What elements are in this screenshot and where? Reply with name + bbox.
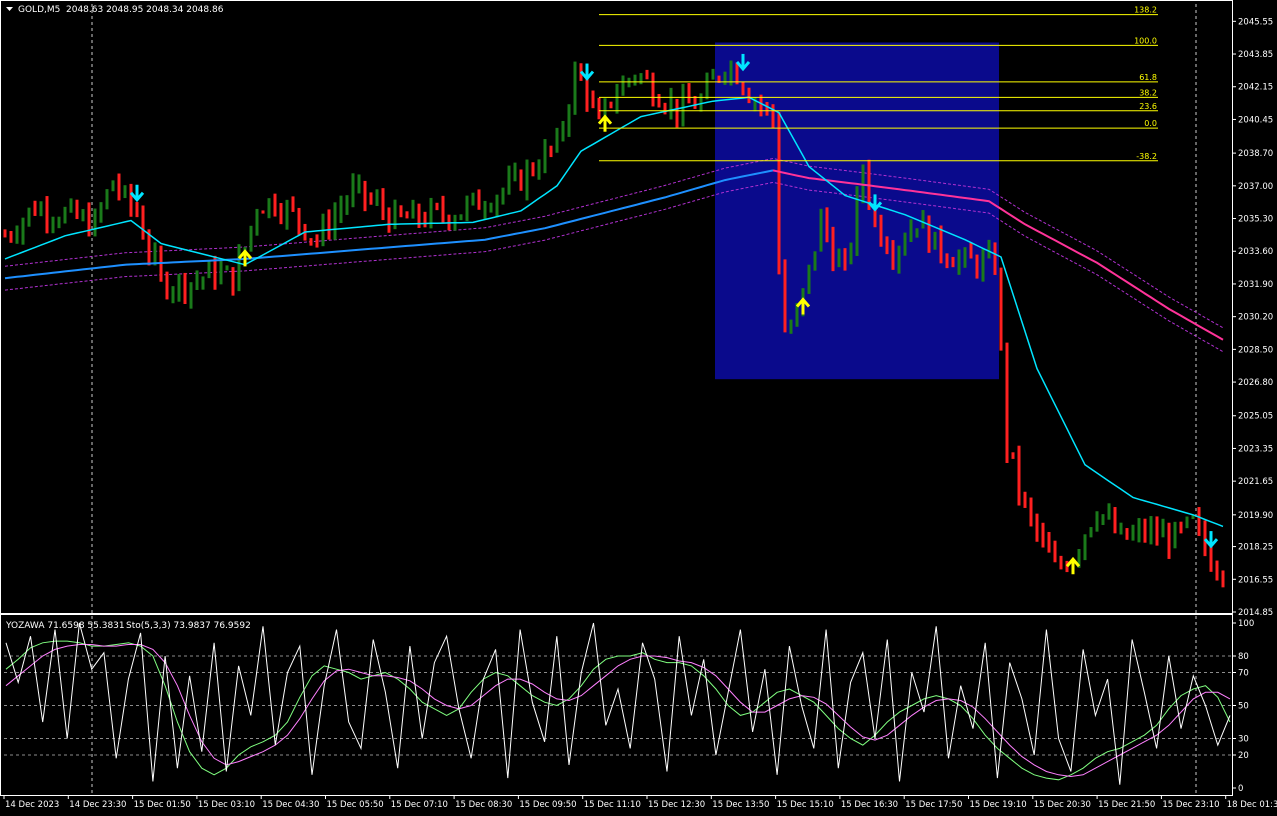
time-tick-label: 15 Dec 13:50 bbox=[712, 800, 769, 810]
price-tick-label: 2021.65 bbox=[1238, 477, 1273, 487]
time-tick-label: 18 Dec 01:30 bbox=[1227, 800, 1277, 810]
price-chart[interactable]: 138.2 100.0 61.8 38.2 23.6 0.0 -38.2 2045.55 20… bbox=[0, 0, 1277, 812]
fibo-level-label: 0.0 bbox=[1144, 119, 1157, 128]
price-tick-label: 2028.50 bbox=[1238, 345, 1273, 355]
osc-tick-label: 50 bbox=[1238, 702, 1249, 712]
fibo-level-label: 23.6 bbox=[1139, 102, 1157, 111]
osc-tick-label: 70 bbox=[1238, 669, 1249, 679]
time-tick-label: 15 Dec 16:30 bbox=[841, 800, 898, 810]
price-tick-label: 2016.55 bbox=[1238, 575, 1273, 585]
time-tick-label: 15 Dec 04:30 bbox=[262, 800, 319, 810]
time-tick-label: 15 Dec 20:30 bbox=[1034, 800, 1091, 810]
chart-window[interactable]: 138.2 100.0 61.8 38.2 23.6 0.0 -38.2 2045.55 20… bbox=[0, 0, 1277, 812]
price-tick-label: 2043.85 bbox=[1238, 50, 1273, 60]
fibo-level-label: 38.2 bbox=[1139, 88, 1157, 97]
time-tick-label: 15 Dec 07:10 bbox=[391, 800, 448, 810]
price-tick-label: 2026.80 bbox=[1238, 378, 1273, 388]
time-tick-label: 15 Dec 03:10 bbox=[198, 800, 255, 810]
yozawa-label: YOZAWA 71.6598 55.3831 bbox=[5, 621, 125, 631]
time-tick-label: 15 Dec 09:50 bbox=[519, 800, 576, 810]
time-tick-label: 15 Dec 23:10 bbox=[1162, 800, 1219, 810]
price-tick-label: 2037.00 bbox=[1238, 182, 1273, 192]
time-tick-label: 15 Dec 15:10 bbox=[777, 800, 834, 810]
time-tick-label: 15 Dec 05:50 bbox=[327, 800, 384, 810]
fibo-level-label: 100.0 bbox=[1134, 36, 1157, 45]
ohlc-label: 2048.63 2048.95 2048.34 2048.86 bbox=[66, 5, 224, 15]
time-tick-label: 15 Dec 11:10 bbox=[584, 800, 641, 810]
time-tick-label: 15 Dec 12:30 bbox=[648, 800, 705, 810]
osc-tick-label: 20 bbox=[1238, 751, 1249, 761]
osc-tick-label: 100 bbox=[1238, 619, 1254, 629]
osc-tick-label: 0 bbox=[1238, 784, 1243, 794]
time-tick-label: 15 Dec 01:50 bbox=[134, 800, 191, 810]
osc-tick-label: 30 bbox=[1238, 735, 1249, 745]
price-tick-label: 2035.30 bbox=[1238, 215, 1273, 225]
time-tick-label: 15 Dec 17:50 bbox=[905, 800, 962, 810]
price-tick-label: 2025.05 bbox=[1238, 412, 1273, 422]
fibo-level-label: 138.2 bbox=[1134, 6, 1157, 15]
time-tick-label: 14 Dec 2023 bbox=[5, 800, 59, 810]
price-tick-label: 2031.90 bbox=[1238, 280, 1273, 290]
fibo-level-label: -38.2 bbox=[1136, 152, 1157, 161]
time-tick-label: 15 Dec 19:10 bbox=[970, 800, 1027, 810]
price-tick-label: 2033.60 bbox=[1238, 247, 1273, 257]
price-tick-label: 2042.15 bbox=[1238, 83, 1273, 93]
price-tick-label: 2018.25 bbox=[1238, 543, 1273, 553]
osc-tick-label: 80 bbox=[1238, 652, 1249, 662]
price-tick-label: 2038.70 bbox=[1238, 149, 1273, 159]
price-tick-label: 2019.90 bbox=[1238, 511, 1273, 521]
price-tick-label: 2040.45 bbox=[1238, 115, 1273, 125]
fibo-level-label: 61.8 bbox=[1139, 73, 1157, 82]
price-tick-label: 2045.55 bbox=[1238, 17, 1273, 27]
price-tick-label: 2030.20 bbox=[1238, 313, 1273, 323]
time-tick-label: 14 Dec 23:30 bbox=[69, 800, 126, 810]
stoch-label: Sto(5,3,3) 73.9837 76.9592 bbox=[126, 621, 251, 631]
symbol-label: GOLD,M5 bbox=[18, 5, 60, 15]
price-tick-label: 2023.35 bbox=[1238, 444, 1273, 454]
price-tick-label: 2014.85 bbox=[1238, 608, 1273, 618]
time-tick-label: 15 Dec 21:50 bbox=[1098, 800, 1155, 810]
time-tick-label: 15 Dec 08:30 bbox=[455, 800, 512, 810]
